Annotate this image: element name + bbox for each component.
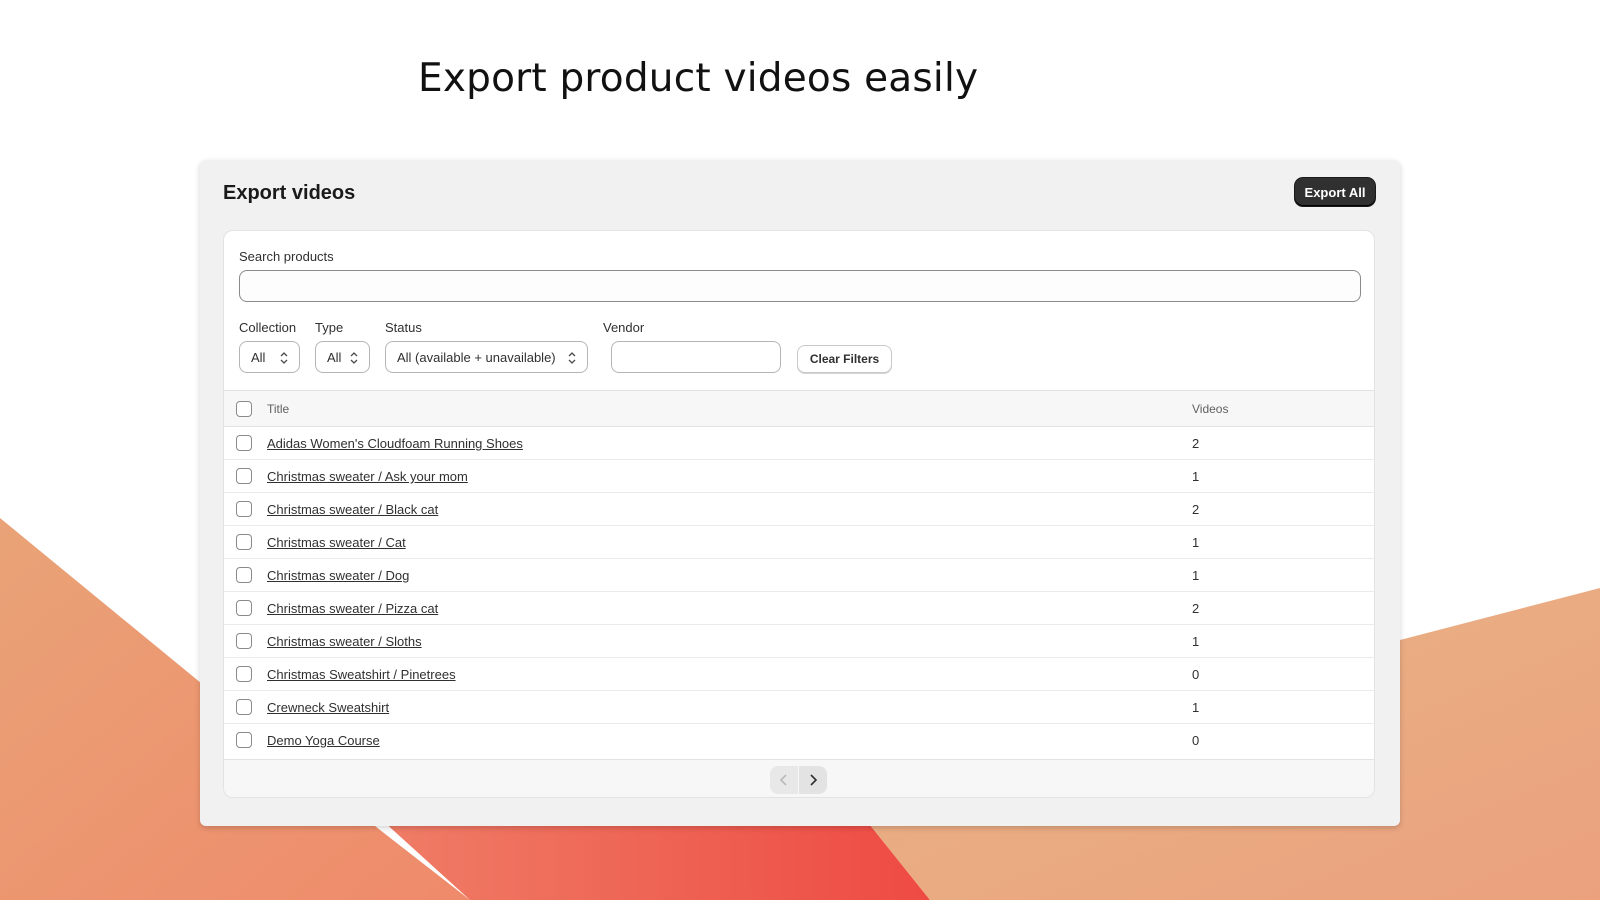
next-page-button[interactable] bbox=[799, 766, 827, 794]
status-select-value: All (available + unavailable) bbox=[397, 349, 556, 365]
table-row[interactable]: Christmas sweater / Dog 1 bbox=[224, 559, 1374, 592]
export-all-button[interactable]: Export All bbox=[1295, 178, 1375, 206]
row-checkbox[interactable] bbox=[236, 699, 252, 715]
page-headline: Export product videos easily bbox=[418, 56, 979, 101]
chevron-right-icon bbox=[810, 774, 818, 786]
row-checkbox[interactable] bbox=[236, 468, 252, 484]
table-row[interactable]: Christmas sweater / Black cat 2 bbox=[224, 493, 1374, 526]
product-title-link[interactable]: Christmas sweater / Ask your mom bbox=[267, 469, 468, 484]
previous-page-button[interactable] bbox=[770, 766, 798, 794]
row-checkbox[interactable] bbox=[236, 435, 252, 451]
product-title-link[interactable]: Adidas Women's Cloudfoam Running Shoes bbox=[267, 436, 523, 451]
table-row[interactable]: Adidas Women's Cloudfoam Running Shoes 2 bbox=[224, 427, 1374, 460]
video-count: 0 bbox=[1192, 667, 1200, 682]
collection-select-value: All bbox=[251, 349, 266, 365]
vendor-label: Vendor bbox=[603, 320, 645, 335]
select-all-checkbox[interactable] bbox=[236, 401, 252, 417]
card-title: Export videos bbox=[223, 182, 356, 204]
product-title-link[interactable]: Christmas Sweatshirt / Pinetrees bbox=[267, 667, 456, 682]
select-chevron-icon bbox=[280, 352, 288, 364]
status-select[interactable]: All (available + unavailable) bbox=[385, 341, 588, 373]
pagination-bar bbox=[224, 759, 1374, 797]
table-row[interactable]: Christmas Sweatshirt / Pinetrees 0 bbox=[224, 658, 1374, 691]
row-checkbox[interactable] bbox=[236, 732, 252, 748]
product-title-link[interactable]: Christmas sweater / Dog bbox=[267, 568, 409, 583]
product-title-link[interactable]: Christmas sweater / Black cat bbox=[267, 502, 438, 517]
products-panel: Search products Collection Type Status V… bbox=[223, 230, 1375, 798]
table-row[interactable]: Crewneck Sweatshirt 1 bbox=[224, 691, 1374, 724]
row-checkbox[interactable] bbox=[236, 600, 252, 616]
row-checkbox[interactable] bbox=[236, 501, 252, 517]
product-title-link[interactable]: Crewneck Sweatshirt bbox=[267, 700, 389, 715]
video-count: 2 bbox=[1192, 601, 1200, 616]
select-chevron-icon bbox=[568, 352, 576, 364]
chevron-left-icon bbox=[779, 774, 787, 786]
pagination bbox=[770, 766, 827, 794]
product-title-link[interactable]: Christmas sweater / Sloths bbox=[267, 634, 422, 649]
collection-label: Collection bbox=[239, 320, 297, 335]
video-count: 2 bbox=[1192, 436, 1200, 451]
product-title-link[interactable]: Christmas sweater / Cat bbox=[267, 535, 406, 550]
column-header-title: Title bbox=[267, 402, 290, 416]
video-count: 1 bbox=[1192, 469, 1200, 484]
export-videos-card: Export videos Export All Search products… bbox=[200, 160, 1400, 826]
video-count: 1 bbox=[1192, 700, 1200, 715]
table-row[interactable]: Christmas sweater / Cat 1 bbox=[224, 526, 1374, 559]
video-count: 1 bbox=[1192, 568, 1200, 583]
product-title-link[interactable]: Christmas sweater / Pizza cat bbox=[267, 601, 438, 616]
collection-select[interactable]: All bbox=[239, 341, 300, 373]
table-row[interactable]: Christmas sweater / Sloths 1 bbox=[224, 625, 1374, 658]
type-select-value: All bbox=[327, 349, 342, 365]
search-label: Search products bbox=[239, 249, 334, 264]
type-label: Type bbox=[315, 320, 344, 335]
product-title-link[interactable]: Demo Yoga Course bbox=[267, 733, 380, 748]
video-count: 1 bbox=[1192, 634, 1200, 649]
clear-filters-button[interactable]: Clear Filters bbox=[797, 345, 892, 373]
row-checkbox[interactable] bbox=[236, 534, 252, 550]
video-count: 0 bbox=[1192, 733, 1200, 748]
column-header-videos: Videos bbox=[1192, 402, 1229, 416]
video-count: 1 bbox=[1192, 535, 1200, 550]
video-count: 2 bbox=[1192, 502, 1200, 517]
products-table: Title Videos Adidas Women's Cloudfoam Ru… bbox=[224, 390, 1374, 757]
row-checkbox[interactable] bbox=[236, 567, 252, 583]
table-row[interactable]: Demo Yoga Course 0 bbox=[224, 724, 1374, 757]
search-input[interactable] bbox=[239, 270, 1361, 302]
table-row[interactable]: Christmas sweater / Pizza cat 2 bbox=[224, 592, 1374, 625]
type-select[interactable]: All bbox=[315, 341, 370, 373]
row-checkbox[interactable] bbox=[236, 666, 252, 682]
table-row[interactable]: Christmas sweater / Ask your mom 1 bbox=[224, 460, 1374, 493]
select-chevron-icon bbox=[350, 352, 358, 364]
table-header: Title Videos bbox=[224, 390, 1374, 427]
row-checkbox[interactable] bbox=[236, 633, 252, 649]
status-label: Status bbox=[385, 320, 422, 335]
vendor-input[interactable] bbox=[611, 341, 781, 373]
